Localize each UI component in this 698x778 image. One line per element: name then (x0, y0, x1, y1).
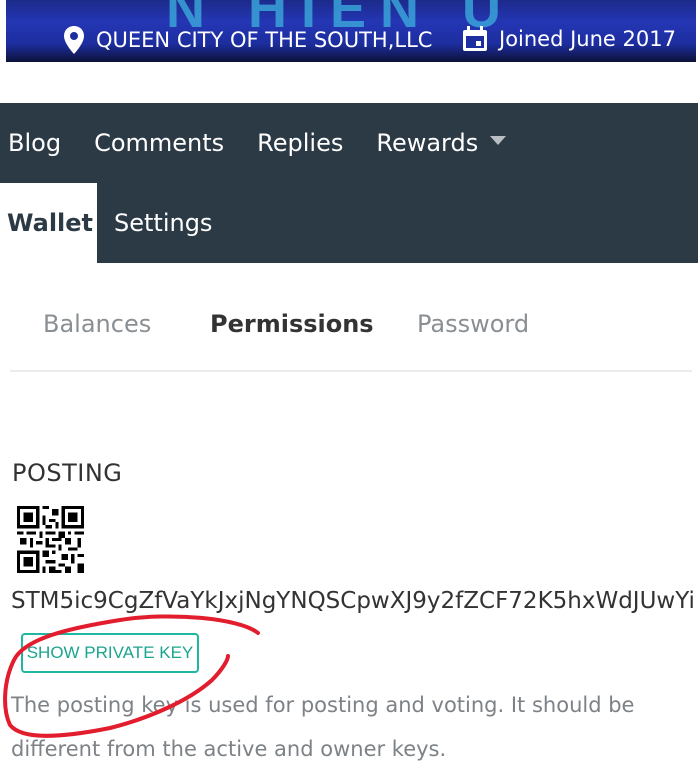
profile-location-text: QUEEN CITY OF THE SOUTH,LLC (96, 28, 433, 52)
profile-nav-row-1: Blog Comments Replies Rewards (0, 103, 531, 183)
chevron-down-icon (490, 135, 507, 145)
nav-item-settings[interactable]: Settings (106, 183, 220, 263)
nav-item-blog[interactable]: Blog (0, 103, 69, 183)
profile-nav-row-2: Wallet Settings (0, 183, 220, 263)
nav-item-rewards-label: Rewards (376, 129, 479, 157)
map-pin-icon (64, 26, 84, 54)
tab-permissions[interactable]: Permissions (210, 310, 374, 338)
wallet-tabs: Balances Permissions Password (10, 290, 692, 372)
profile-banner: N HIEN U QUEEN CITY OF THE SOUTH,LLC Joi… (6, 0, 696, 62)
profile-joined: Joined June 2017 (461, 25, 676, 53)
nav-item-comments[interactable]: Comments (86, 103, 232, 183)
posting-key-description: The posting key is used for posting and … (11, 693, 635, 761)
profile-nav: Blog Comments Replies Rewards Wallet Set… (0, 103, 698, 263)
profile-meta: QUEEN CITY OF THE SOUTH,LLC Joined June … (6, 25, 696, 55)
profile-location: QUEEN CITY OF THE SOUTH,LLC (62, 25, 432, 55)
show-private-key-button[interactable]: SHOW PRIVATE KEY (21, 633, 199, 673)
profile-joined-text: Joined June 2017 (499, 27, 676, 51)
qr-code-icon (17, 506, 84, 573)
nav-item-wallet[interactable]: Wallet (0, 183, 97, 263)
tab-password[interactable]: Password (417, 310, 529, 338)
posting-heading: POSTING (12, 459, 123, 487)
calendar-icon (463, 26, 487, 51)
posting-public-key: STM5ic9CgZfVaYkJxjNgYNQSCpwXJ9y2fZCF72K5… (11, 588, 695, 614)
nav-item-replies[interactable]: Replies (249, 103, 351, 183)
nav-item-rewards[interactable]: Rewards (368, 103, 514, 183)
tab-balances[interactable]: Balances (43, 310, 151, 338)
